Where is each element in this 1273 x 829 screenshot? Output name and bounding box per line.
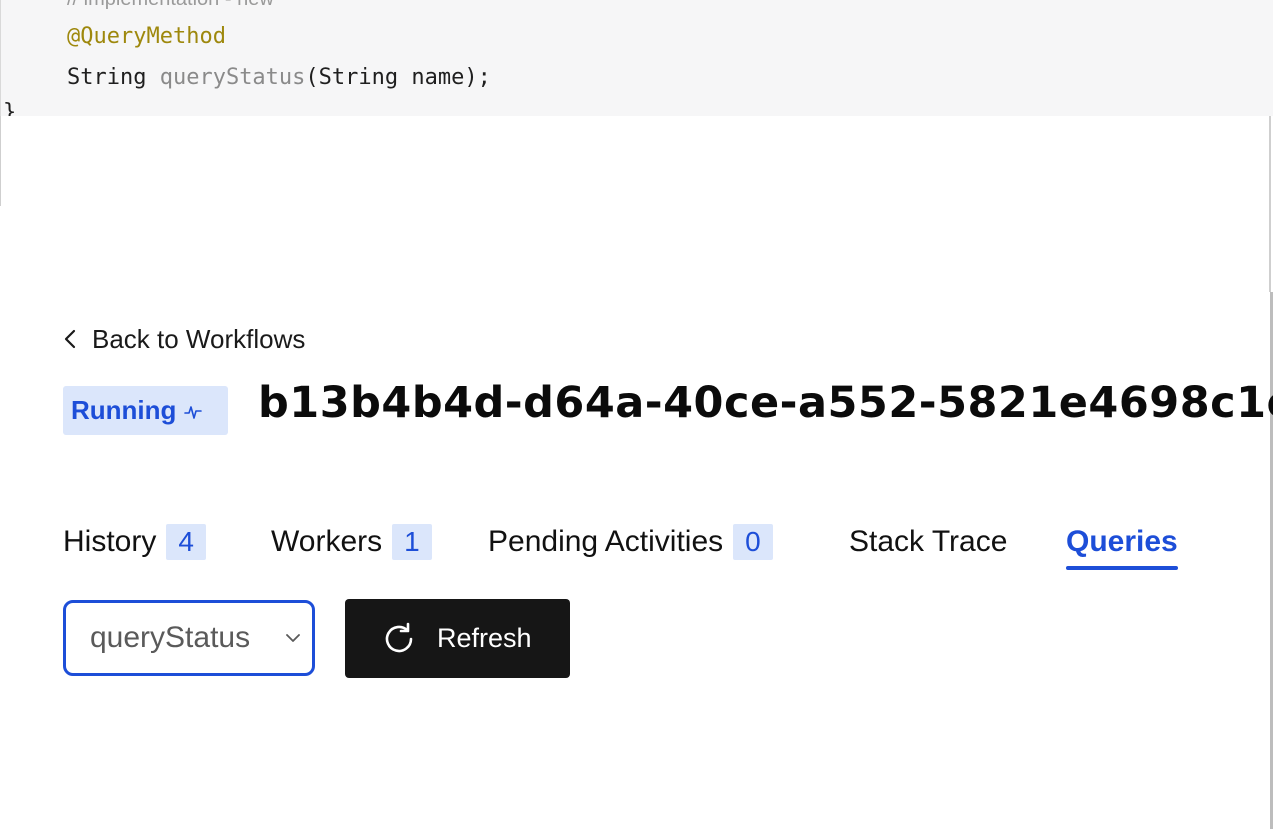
chevron-left-icon (64, 329, 76, 349)
tab-pending-activities[interactable]: Pending Activities 0 (488, 518, 773, 566)
tab-queries[interactable]: Queries (1066, 518, 1178, 570)
code-method-name: queryStatus (159, 65, 306, 90)
back-link-label: Back to Workflows (92, 323, 306, 354)
code-params: (String name); (305, 65, 491, 90)
page-edge-left (0, 116, 1, 206)
refresh-button-label: Refresh (437, 623, 532, 653)
tab-workers-label: Workers (271, 525, 383, 558)
status-badge: Running (63, 386, 228, 435)
tab-pending-activities-label: Pending Activities (488, 525, 724, 558)
query-select-value: queryStatus (90, 621, 251, 654)
activity-pulse-icon (184, 405, 203, 419)
back-to-workflows-link[interactable]: Back to Workflows (62, 322, 305, 356)
code-editor-snippet: // implementation - new @QueryMethod Str… (0, 0, 1273, 116)
tab-history[interactable]: History 4 (63, 518, 206, 566)
code-annotation: @QueryMethod (67, 24, 226, 49)
chevron-down-icon (286, 634, 300, 642)
code-closing-brace: } (3, 100, 17, 116)
workflow-id-title: b13b4b4d-d64a-40ce-a552-5821e4698c1e (258, 378, 1273, 428)
status-label: Running (71, 395, 177, 425)
refresh-button[interactable]: Refresh (345, 599, 570, 678)
code-return-type: String (67, 65, 160, 90)
page-edge-right (1269, 116, 1271, 292)
tab-stack-trace-label: Stack Trace (849, 525, 1008, 558)
code-method-signature: String queryStatus(String name); (67, 65, 491, 90)
tab-workers-count: 1 (392, 524, 432, 560)
refresh-icon (385, 622, 413, 652)
code-comment: // implementation - new (67, 0, 274, 11)
tab-stack-trace[interactable]: Stack Trace (849, 518, 1007, 566)
tab-history-label: History (63, 525, 157, 558)
query-select[interactable]: queryStatus (63, 600, 315, 676)
tab-history-count: 4 (166, 524, 206, 560)
tab-pending-activities-count: 0 (733, 524, 773, 560)
tab-queries-label: Queries (1066, 525, 1178, 558)
tab-workers[interactable]: Workers 1 (271, 518, 432, 566)
